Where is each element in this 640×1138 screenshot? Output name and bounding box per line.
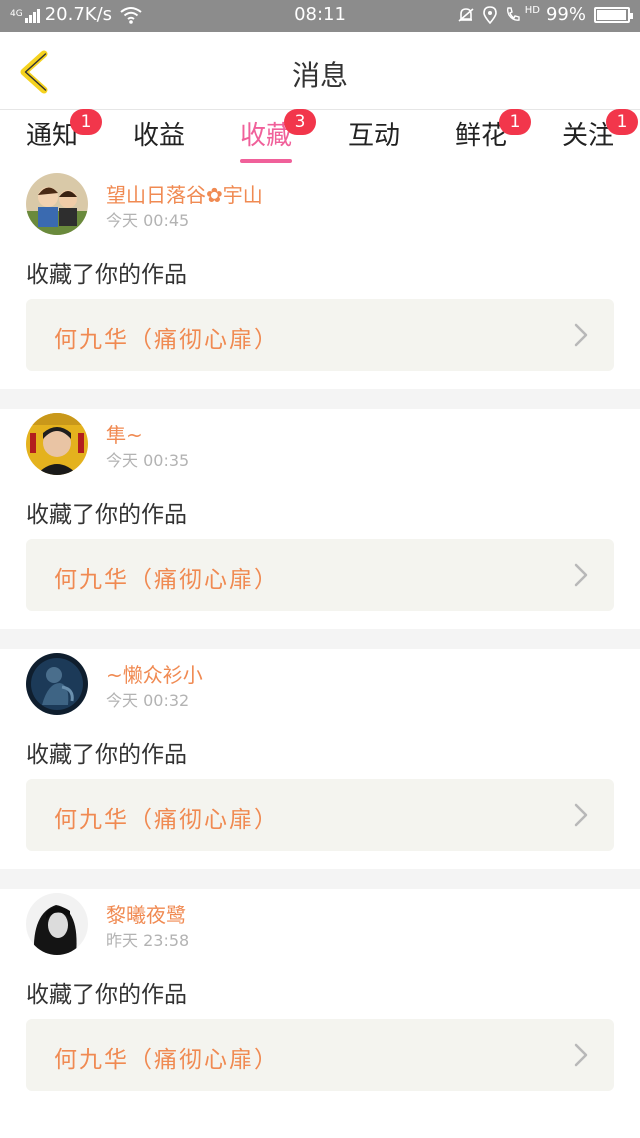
notification-list: 望山日落谷✿宇山 今天 00:45 收藏了你的作品 何九华（痛彻心扉） 隼~ 今… [0, 169, 640, 1109]
unread-badge: 1 [70, 109, 102, 135]
work-link[interactable]: 何九华（痛彻心扉） [26, 299, 614, 371]
work-link[interactable]: 何九华（痛彻心扉） [26, 1019, 614, 1091]
work-title: 何九华（痛彻心扉） [54, 567, 279, 593]
chevron-right-icon [574, 563, 588, 587]
status-bar: 4G 20.7K/s 08:11 HD 99% [0, 0, 640, 32]
chevron-right-icon [574, 323, 588, 347]
avatar[interactable] [26, 893, 88, 955]
timestamp: 今天 00:45 [106, 211, 190, 230]
tab-favorites[interactable]: 收藏 3 [240, 109, 316, 163]
username[interactable]: 黎曦夜鹭 [106, 899, 186, 928]
username[interactable]: 望山日落谷✿宇山 [106, 179, 263, 208]
work-title: 何九华（痛彻心扉） [54, 1047, 279, 1073]
tab-follow[interactable]: 关注 1 [562, 109, 638, 163]
bell-off-icon [458, 7, 474, 22]
action-text: 收藏了你的作品 [26, 502, 187, 528]
divider [0, 629, 640, 649]
tab-earnings[interactable]: 收益 [133, 119, 185, 163]
divider [0, 869, 640, 889]
tab-interaction[interactable]: 互动 [348, 119, 400, 163]
battery-percent: 99% [545, 4, 586, 25]
avatar[interactable] [26, 653, 88, 715]
avatar[interactable] [26, 173, 88, 235]
chevron-right-icon [574, 803, 588, 827]
battery-icon [594, 6, 633, 23]
timestamp: 昨天 23:58 [106, 931, 190, 950]
unread-badge: 1 [499, 109, 531, 135]
header: 消息 [0, 32, 640, 110]
tab-flowers[interactable]: 鲜花 1 [455, 109, 531, 163]
active-tab-indicator [240, 159, 292, 163]
timestamp: 今天 00:35 [106, 451, 190, 470]
list-item: 黎曦夜鹭 昨天 23:58 收藏了你的作品 何九华（痛彻心扉） [0, 889, 640, 1109]
list-item: ~懒众衫小 今天 00:32 收藏了你的作品 何九华（痛彻心扉） [0, 649, 640, 869]
hd-label: HD [524, 5, 540, 16]
unread-badge: 3 [284, 109, 316, 135]
phone-hd-icon [506, 6, 520, 21]
tab-label: 互动 [348, 121, 401, 151]
action-text: 收藏了你的作品 [26, 982, 187, 1008]
work-title: 何九华（痛彻心扉） [54, 807, 279, 833]
location-icon [482, 5, 497, 24]
page-title: 消息 [291, 59, 348, 92]
divider [0, 389, 640, 409]
list-item: 望山日落谷✿宇山 今天 00:45 收藏了你的作品 何九华（痛彻心扉） [0, 169, 640, 389]
timestamp: 今天 00:32 [106, 691, 190, 710]
tab-notice[interactable]: 通知 1 [26, 109, 102, 163]
action-text: 收藏了你的作品 [26, 262, 187, 288]
work-link[interactable]: 何九华（痛彻心扉） [26, 539, 614, 611]
work-link[interactable]: 何九华（痛彻心扉） [26, 779, 614, 851]
tab-bar: 通知 1 收益 收藏 3 互动 鲜花 1 关注 1 [0, 109, 640, 169]
chevron-right-icon [574, 1043, 588, 1067]
list-item: 隼~ 今天 00:35 收藏了你的作品 何九华（痛彻心扉） [0, 409, 640, 629]
username[interactable]: ~懒众衫小 [106, 659, 203, 688]
username[interactable]: 隼~ [106, 419, 143, 448]
action-text: 收藏了你的作品 [26, 742, 187, 768]
unread-badge: 1 [606, 109, 638, 135]
avatar[interactable] [26, 413, 88, 475]
work-title: 何九华（痛彻心扉） [54, 327, 279, 353]
tab-label: 收益 [133, 121, 186, 151]
